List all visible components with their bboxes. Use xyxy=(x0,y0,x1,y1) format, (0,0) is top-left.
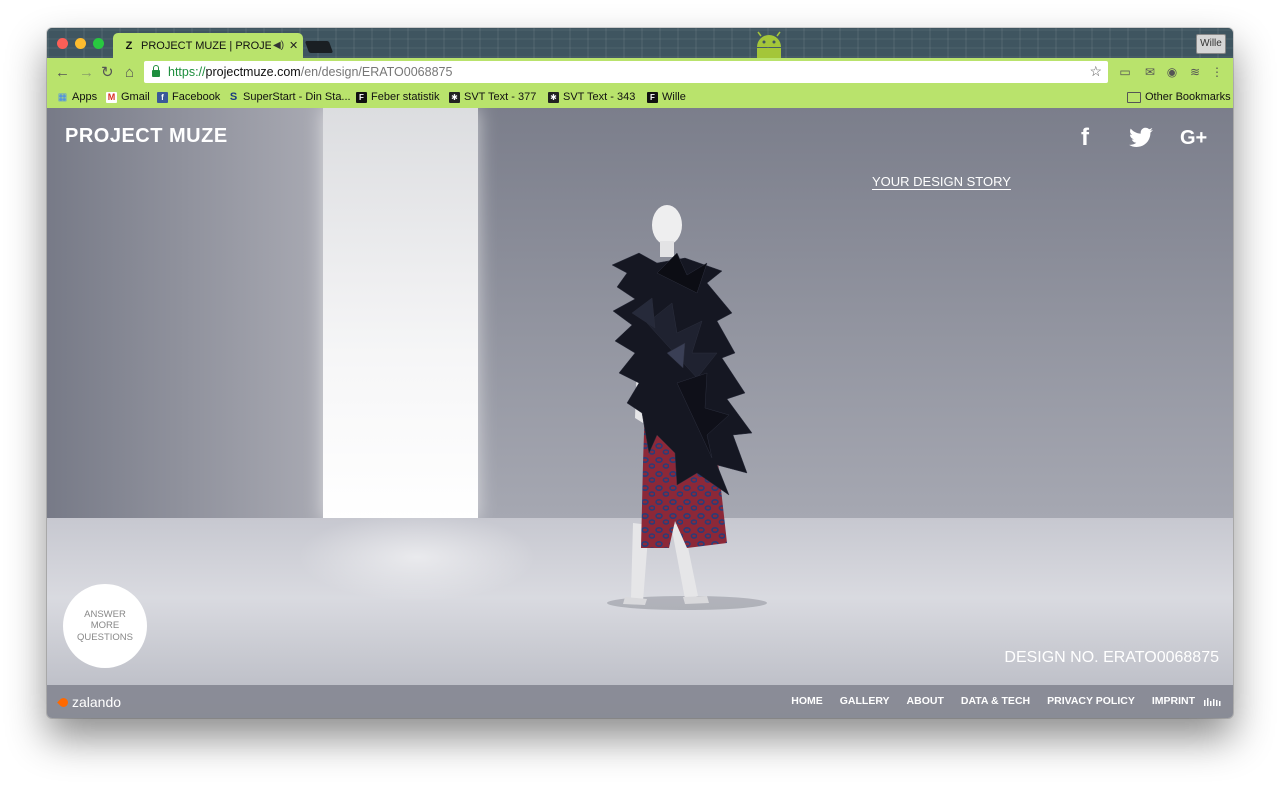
back-arrow-icon[interactable]: ← xyxy=(55,64,70,82)
layers-extension-icon[interactable]: ≋ xyxy=(1188,65,1202,79)
bookmark-apps[interactable]: ▦ Apps xyxy=(57,91,97,103)
footer-nav: HOME GALLERY ABOUT DATA & TECH PRIVACY P… xyxy=(791,695,1195,707)
minimize-window-button[interactable] xyxy=(75,38,86,49)
active-tab[interactable]: Z PROJECT MUZE | PROJECT ◀︎) ✕ xyxy=(113,33,303,58)
project-muze-logo[interactable]: PROJECT MUZE xyxy=(65,125,228,148)
bookmark-label: Other Bookmarks xyxy=(1145,91,1231,103)
svt-icon: ✱ xyxy=(548,91,559,103)
address-bar[interactable]: https://projectmuze.com/en/design/ERATO0… xyxy=(144,61,1108,83)
tab-title: PROJECT MUZE | PROJECT xyxy=(141,39,271,52)
home-icon[interactable]: ⌂ xyxy=(125,64,134,82)
superstart-icon: S xyxy=(229,90,238,103)
bookmark-svt-343[interactable]: ✱ SVT Text - 343 xyxy=(548,91,635,103)
scene-floor-glow xyxy=(297,512,537,602)
bookmark-label: Apps xyxy=(72,91,98,103)
google-plus-icon[interactable]: G+ xyxy=(1180,125,1207,151)
folder-icon xyxy=(1127,91,1141,103)
bookmark-label: Facebook xyxy=(172,91,221,103)
bookmark-facebook[interactable]: f Facebook xyxy=(157,91,220,103)
bookmark-wille[interactable]: F Wille xyxy=(647,91,686,103)
bookmark-label: SuperStart - Din Sta... xyxy=(243,91,351,103)
new-tab-button[interactable] xyxy=(304,41,334,53)
bookmark-label: Wille xyxy=(662,91,686,103)
sound-bars-icon[interactable] xyxy=(1204,698,1223,706)
mannequin-design-render xyxy=(607,205,767,610)
apps-grid-icon: ▦ xyxy=(57,91,68,103)
more-menu-icon[interactable]: ⋮ xyxy=(1210,65,1224,79)
footer-link-about[interactable]: ABOUT xyxy=(907,695,944,707)
footer-link-imprint[interactable]: IMPRINT xyxy=(1152,695,1195,707)
url-text[interactable]: https://projectmuze.com/en/design/ERATO0… xyxy=(168,65,452,79)
tab-close-icon[interactable]: ✕ xyxy=(289,39,298,52)
forward-arrow-icon[interactable]: → xyxy=(79,64,94,82)
browser-window: Z PROJECT MUZE | PROJECT ◀︎) ✕ Wille ← →… xyxy=(47,28,1233,718)
bookmark-label: Feber statistik xyxy=(371,91,440,103)
feber-icon: F xyxy=(647,91,658,103)
design-number: DESIGN NO. ERATO0068875 xyxy=(1004,649,1219,666)
lock-icon xyxy=(152,64,160,77)
bookmark-superstart[interactable]: S SuperStart - Din Sta... xyxy=(228,91,351,103)
bookmark-gmail[interactable]: M Gmail xyxy=(106,91,150,103)
answer-more-questions-button[interactable]: ANSWER MORE QUESTIONS xyxy=(63,584,147,668)
bookmark-svt-377[interactable]: ✱ SVT Text - 377 xyxy=(449,91,536,103)
circle-extension-icon[interactable]: ◉ xyxy=(1165,65,1179,79)
footer-link-home[interactable]: HOME xyxy=(791,695,823,707)
bookmark-feber[interactable]: F Feber statistik xyxy=(356,91,439,103)
gmail-icon: M xyxy=(106,91,117,103)
bookmark-label: SVT Text - 377 xyxy=(464,91,537,103)
browser-toolbar: ← → ↻ ⌂ https://projectmuze.com/en/desig… xyxy=(47,58,1233,88)
tab-favicon-icon: Z xyxy=(125,39,133,52)
footer-link-privacy[interactable]: PRIVACY POLICY xyxy=(1047,695,1135,707)
bookmark-star-icon[interactable]: ☆ xyxy=(1089,63,1102,80)
other-bookmarks[interactable]: Other Bookmarks xyxy=(1127,91,1231,103)
reload-icon[interactable]: ↻ xyxy=(101,64,114,82)
web-page: PROJECT MUZE f G+ YOUR DESIGN STORY ANSW… xyxy=(47,108,1233,718)
speaker-icon[interactable]: ◀︎) xyxy=(273,40,284,51)
twitter-icon[interactable] xyxy=(1128,125,1154,151)
scene-left-wall xyxy=(47,108,323,528)
profile-button[interactable]: Wille xyxy=(1196,34,1226,54)
bookmark-label: Gmail xyxy=(121,91,150,103)
facebook-icon[interactable]: f xyxy=(1081,125,1089,151)
zalando-logo[interactable]: zalando xyxy=(57,694,122,710)
page-footer: zalando HOME GALLERY ABOUT DATA & TECH P… xyxy=(47,685,1233,718)
footer-link-gallery[interactable]: GALLERY xyxy=(840,695,890,707)
feber-icon: F xyxy=(356,91,367,103)
facebook-icon: f xyxy=(157,91,168,103)
zoom-window-button[interactable] xyxy=(93,38,104,49)
zalando-wordmark: zalando xyxy=(72,694,122,710)
android-theme-icon xyxy=(757,31,781,58)
bookmarks-bar: ▦ Apps M Gmail f Facebook S SuperStart -… xyxy=(47,88,1233,108)
zalando-mark-icon xyxy=(57,695,70,709)
mail-extension-icon[interactable]: ✉ xyxy=(1143,65,1157,79)
cast-icon[interactable]: ▭ xyxy=(1118,65,1132,79)
tab-strip: Z PROJECT MUZE | PROJECT ◀︎) ✕ Wille xyxy=(47,28,1233,58)
answer-button-label: ANSWER MORE QUESTIONS xyxy=(77,608,133,643)
design-story-link[interactable]: YOUR DESIGN STORY xyxy=(872,174,1011,189)
svt-icon: ✱ xyxy=(449,91,460,103)
close-window-button[interactable] xyxy=(57,38,68,49)
bookmark-label: SVT Text - 343 xyxy=(563,91,636,103)
scene-lit-doorway xyxy=(323,108,478,520)
footer-link-data-tech[interactable]: DATA & TECH xyxy=(961,695,1030,707)
